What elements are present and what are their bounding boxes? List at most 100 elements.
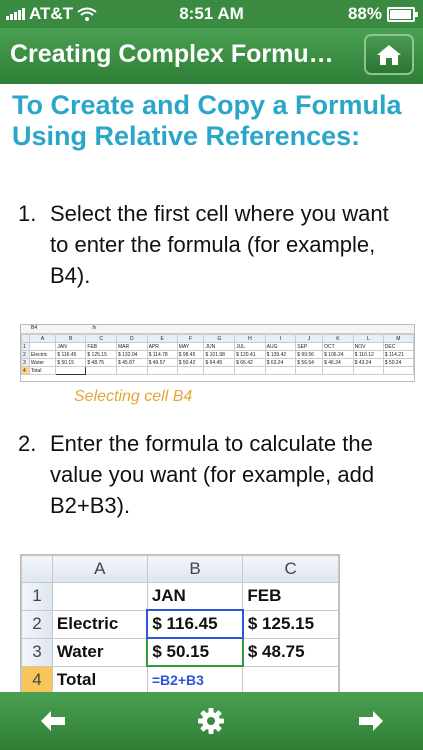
table-row: 4 Total =B2+B3 [21,665,339,692]
column-header: K [322,334,354,343]
image-caption: Selecting cell B4 [74,388,193,405]
step-number: 1. [18,201,37,226]
step-text: Enter the formula to calculate the value… [50,431,375,518]
cell: $ 45.87 [115,358,148,367]
row-header: 3 [21,358,30,367]
row-header: 1 [21,342,30,351]
cell: $ 110.12 [352,350,384,359]
large-grid: ABC 1 JAN FEB 2 Electric $ 116.45 $ 125.15 3 Wat… [21,555,339,692]
cell: Total [28,366,57,375]
cell: $ 63.24 [264,358,297,367]
cell: JUL [234,342,266,351]
cell: DEC [382,342,415,351]
column-header: A [28,334,57,343]
spreadsheet-image-large: ABC 1 JAN FEB 2 Electric $ 116.45 $ 125.15 3 Wat… [20,554,340,692]
cell: $ 48.75 [85,358,117,367]
cell [85,366,117,375]
content-scroll[interactable]: To Create and Copy a Formula Using Relat… [0,84,423,692]
cell: $ 66.42 [234,358,266,367]
column-header: D [115,334,148,343]
cell: $ 50.42 [176,358,205,367]
column-header [21,334,30,343]
cell: OCT [322,342,354,351]
cell: JUN [203,342,236,351]
cell: =B2+B3 [146,665,244,692]
table-row: 1 JAN FEB [21,582,339,611]
home-button[interactable] [364,34,414,75]
cell: Water [28,358,57,367]
gear-icon [198,708,224,734]
cell: $ 116.45 [55,350,87,359]
cell: $ 106.24 [322,350,354,359]
status-bar: AT&T 8:51 AM 88% [0,0,423,28]
cell: NOV [352,342,384,351]
home-icon [377,44,401,65]
cell: $ 48.75 [242,637,339,667]
cell [352,366,384,375]
column-header: B [55,334,87,343]
cell [234,366,266,375]
cell: $ 101.98 [203,350,236,359]
table-row: 3 Water $ 50.15 $ 48.75 $ 45.87 $ 49.57 $ 50.4… [21,358,415,367]
column-header: C [242,555,339,583]
cell: $ 43.24 [352,358,384,367]
cell: $ 132.04 [115,350,148,359]
small-grid: ABCDEFGHIJKLM 1 JAN FEB MAR APR MAY JUN JUL AUG S… [21,334,415,375]
cell: $ 98.45 [176,350,205,359]
step-number: 2. [18,431,37,456]
table-row: 1 JAN FEB MAR APR MAY JUN JUL AUG SEP OCT NOV DEC [21,342,415,351]
cell: $ 114.21 [382,350,415,359]
forward-button[interactable] [356,706,386,736]
column-header: I [264,334,297,343]
cell [176,366,205,375]
cell: $ 50.24 [382,358,415,367]
formula-bar: B4 fx [21,325,414,334]
cell: $ 99.56 [295,350,324,359]
cell [322,366,354,375]
settings-button[interactable] [196,706,226,736]
cell: $ 125.15 [85,350,117,359]
cell [264,366,297,375]
cell: FEB [85,342,117,351]
cell [115,366,148,375]
nav-bar: Creating Complex Formu… [0,28,423,84]
cell: $ 139.42 [264,350,297,359]
cell: Electric [51,609,148,639]
cell: SEP [295,342,324,351]
column-header: F [176,334,205,343]
column-header: C [85,334,117,343]
row-header: 3 [21,637,53,667]
cell: $ 125.15 [242,609,339,639]
cell: $ 56.54 [295,358,324,367]
fx-label: fx [92,325,97,331]
cell [55,366,87,375]
cell: JAN [146,582,244,611]
cell: AUG [264,342,297,351]
column-header: B [146,555,244,583]
cell [382,366,415,375]
section-heading: To Create and Copy a Formula Using Relat… [12,90,402,151]
cell: MAR [115,342,148,351]
table-row: 2 Electric $ 116.45 $ 125.15 $ 132.04 $ 114.7… [21,350,415,359]
cell: FEB [242,582,339,611]
battery: 88% [347,4,418,24]
forward-arrow-icon [359,711,383,731]
cell: $ 64.45 [203,358,236,367]
row-header: 2 [21,609,53,639]
cell [51,582,148,611]
row-header: 4 [21,665,53,692]
table-row: 2 Electric $ 116.45 $ 125.15 [21,609,339,639]
cell: $ 50.15 [55,358,87,367]
cell: Total [51,665,148,692]
cell [242,665,339,692]
row-header: 4 [21,366,30,375]
cell [28,342,57,351]
column-header: G [203,334,236,343]
back-button[interactable] [38,706,68,736]
column-header: L [352,334,384,343]
bottom-toolbar [0,692,423,750]
spreadsheet-image-small: B4 fx ABCDEFGHIJKLM 1 JAN FEB MAR APR MAY JUN J… [20,324,415,382]
cell: MAY [176,342,205,351]
nav-title: Creating Complex Formu… [10,40,334,68]
battery-label: 88% [347,4,382,23]
